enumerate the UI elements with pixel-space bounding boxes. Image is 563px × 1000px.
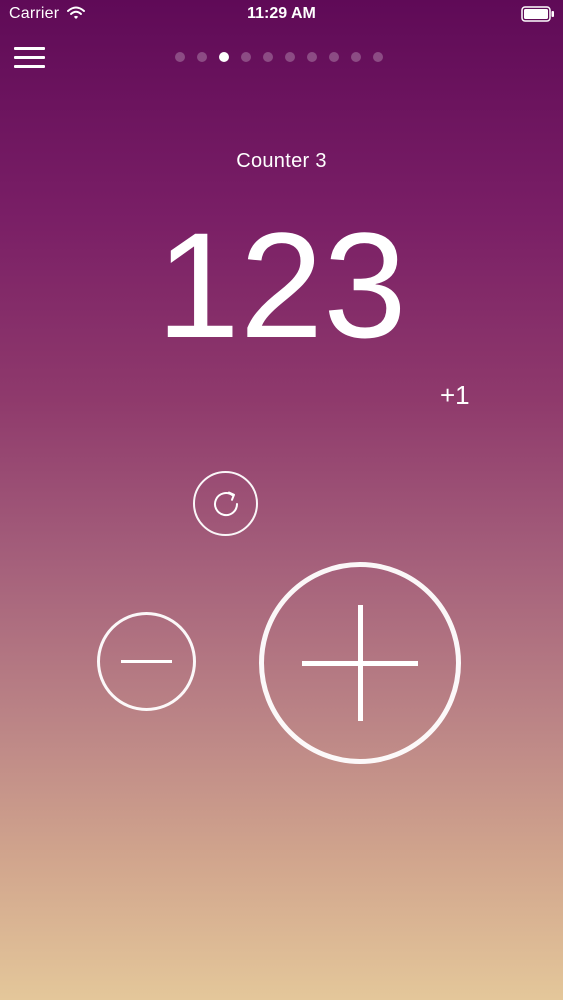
status-time: 11:29 AM bbox=[247, 5, 316, 22]
increment-button[interactable] bbox=[259, 562, 461, 764]
menu-bar-line bbox=[14, 56, 45, 59]
menu-bar-line bbox=[14, 47, 45, 50]
refresh-icon bbox=[214, 491, 239, 516]
plus-icon bbox=[358, 605, 363, 721]
hamburger-menu-icon[interactable] bbox=[14, 44, 46, 70]
menu-bar-line bbox=[14, 65, 45, 68]
page-dot-3[interactable] bbox=[219, 52, 229, 62]
page-dot-9[interactable] bbox=[351, 52, 361, 62]
page-dot-2[interactable] bbox=[197, 52, 207, 62]
step-increment-label[interactable]: +1 bbox=[440, 380, 470, 411]
minus-icon bbox=[121, 660, 172, 663]
page-dot-1[interactable] bbox=[175, 52, 185, 62]
page-dot-10[interactable] bbox=[373, 52, 383, 62]
battery-icon bbox=[521, 6, 555, 22]
page-dot-8[interactable] bbox=[329, 52, 339, 62]
page-dot-6[interactable] bbox=[285, 52, 295, 62]
counter-value: 123 bbox=[156, 201, 407, 369]
page-dot-7[interactable] bbox=[307, 52, 317, 62]
status-bar: Carrier 11:29 AM bbox=[0, 0, 563, 30]
counter-screen: Carrier 11:29 AM Counter 3 123 +1 bbox=[0, 0, 563, 1000]
reset-button[interactable] bbox=[193, 471, 258, 536]
decrement-button[interactable] bbox=[97, 612, 196, 711]
page-dot-5[interactable] bbox=[263, 52, 273, 62]
page-dot-4[interactable] bbox=[241, 52, 251, 62]
counter-title: Counter 3 bbox=[236, 150, 327, 172]
page-indicator bbox=[175, 52, 383, 62]
